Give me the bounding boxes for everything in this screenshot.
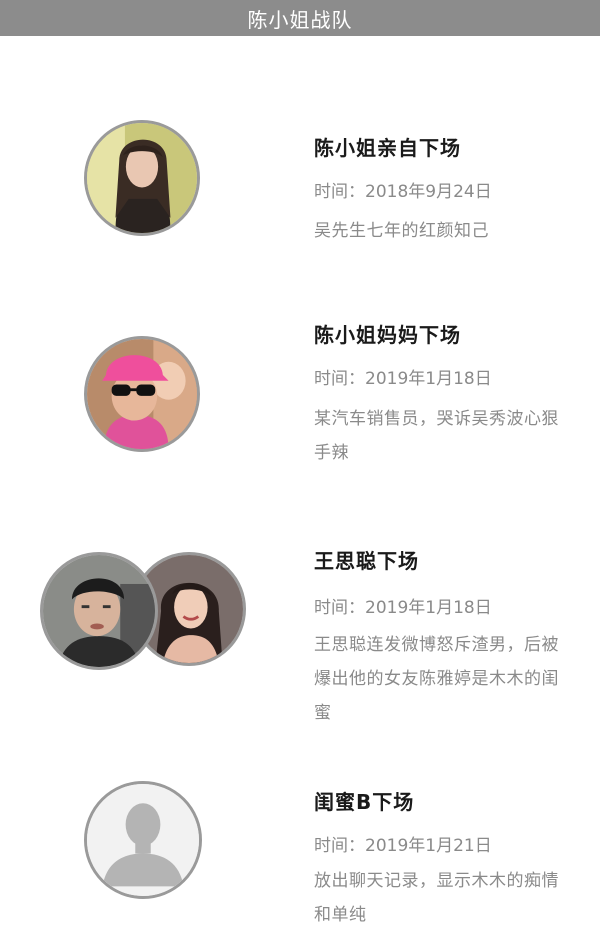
entry-title: 陈小姐亲自下场 xyxy=(314,136,461,160)
entry-title: 王思聪下场 xyxy=(314,549,419,573)
entry-description: 吴先生七年的红颜知己 xyxy=(314,221,489,241)
entry-description: 放出聊天记录，显示木木的痴情和单纯 xyxy=(314,871,559,925)
avatar-man-portrait-icon xyxy=(40,552,158,670)
entry-date: 时间：2019年1月21日 xyxy=(314,836,492,856)
header-bar: 陈小姐战队 xyxy=(0,0,600,36)
entry-date: 时间：2019年1月18日 xyxy=(314,369,492,389)
entry-date: 时间：2019年1月18日 xyxy=(314,598,492,618)
entry-title: 陈小姐妈妈下场 xyxy=(314,323,461,347)
page-title: 陈小姐战队 xyxy=(247,7,353,32)
entry-description: 王思聪连发微博怒斥渣男，后被爆出他的女友陈雅婷是木木的闺蜜 xyxy=(314,635,559,723)
avatar-woman-portrait-icon xyxy=(84,120,200,236)
entry-description: 某汽车销售员，哭诉吴秀波心狠手辣 xyxy=(314,409,559,463)
entry-date: 时间：2018年9月24日 xyxy=(314,182,492,202)
entry-title: 闺蜜B下场 xyxy=(314,790,415,814)
default-user-silhouette-icon xyxy=(84,781,202,899)
avatar-pink-cap-icon xyxy=(84,336,200,452)
